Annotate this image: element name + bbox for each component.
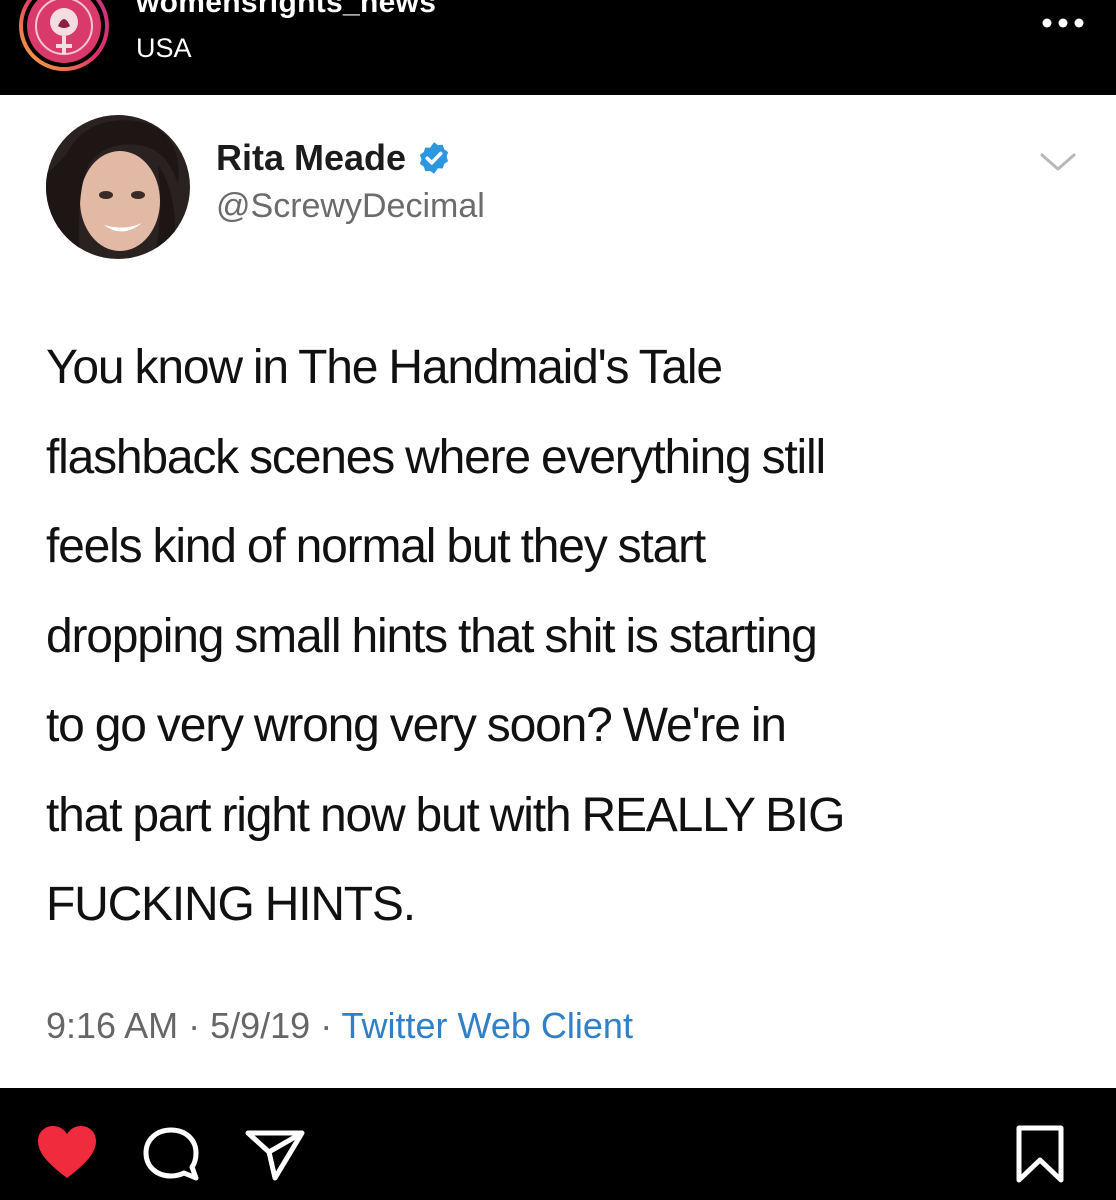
send-icon[interactable] [244, 1128, 306, 1182]
tweet-text-line: feels kind of normal but they start [46, 520, 706, 573]
post-action-bar [0, 1088, 1116, 1200]
tweet-author-name[interactable]: Rita Meade [216, 137, 452, 179]
tweet-text-line: flashback scenes where everything still [46, 430, 826, 484]
verified-badge-icon [419, 142, 449, 174]
tweet-card: Rita Meade @ScrewyDecimal You know in Th… [0, 95, 1116, 1088]
tweet-meta: 9:16 AM · 5/9/19 · Twitter Web Client [46, 1005, 633, 1047]
account-avatar-logo[interactable] [18, 0, 110, 72]
more-dots-icon[interactable] [1038, 8, 1088, 38]
tweet-time: 9:16 AM [46, 1005, 179, 1046]
meta-separator: · [178, 1005, 211, 1046]
tweet-text-line: to go very wrong very soon? We're in [46, 699, 787, 752]
tweet-text-line: You know in The Handmaid's Tale [46, 341, 723, 394]
tweet-date: 5/9/19 [210, 1005, 311, 1046]
meta-separator: · [310, 1005, 342, 1046]
tweet-text: You know in The Handmaid's Tale flashbac… [46, 323, 1086, 950]
account-username[interactable]: womensrights_news [136, 0, 436, 20]
heart-icon[interactable] [36, 1124, 98, 1180]
tweet-text-line: that part right now but with REALLY BIG [46, 788, 845, 842]
post-location[interactable]: USA [136, 33, 192, 64]
tweet-author-handle[interactable]: @ScrewyDecimal [216, 187, 485, 226]
display-name: Rita Meade [216, 137, 407, 178]
chevron-down-icon[interactable] [1038, 150, 1078, 174]
instagram-post-header: womensrights_news USA [0, 0, 1116, 95]
comment-icon[interactable] [142, 1126, 200, 1182]
tweet-text-line: dropping small hints that shit is starti… [46, 609, 818, 663]
bookmark-icon[interactable] [1014, 1124, 1066, 1184]
tweet-author-avatar [46, 115, 190, 259]
tweet-source[interactable]: Twitter Web Client [342, 1005, 633, 1046]
tweet-text-line: FUCKING HINTS. [46, 878, 416, 931]
